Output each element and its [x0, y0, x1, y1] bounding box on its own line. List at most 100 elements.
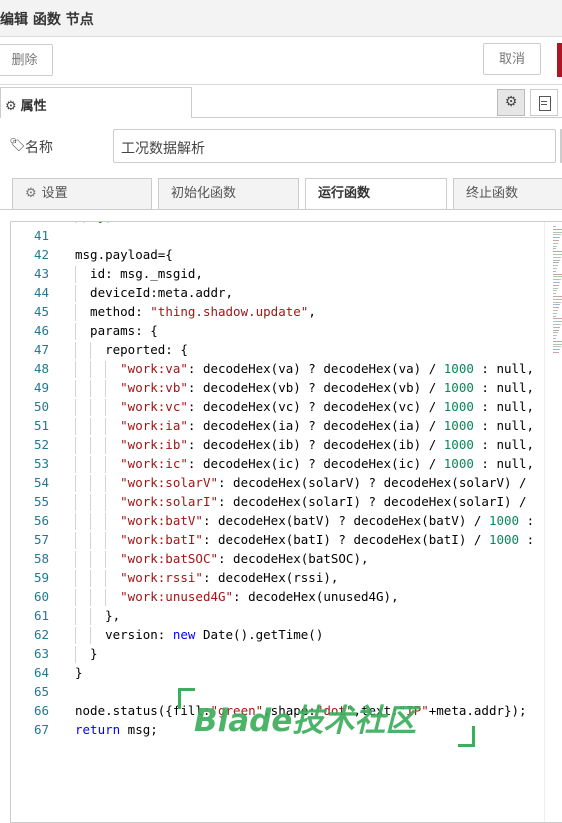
node-settings-gear-icon[interactable]: ⚙ — [497, 89, 525, 116]
line-code[interactable]: "work:vb": decodeHex(vb) ? decodeHex(vb)… — [75, 378, 534, 397]
code-line[interactable]: 52 "work:ib": decodeHex(ib) ? decodeHex(… — [11, 435, 546, 454]
line-number: 58 — [33, 551, 49, 566]
line-code[interactable]: }, — [75, 606, 120, 625]
line-code[interactable]: msg.payload={ — [75, 245, 173, 264]
line-code[interactable]: "work:batI": decodeHex(batI) ? decodeHex… — [75, 530, 534, 549]
line-number: 61 — [33, 608, 49, 623]
minimap-line — [553, 304, 560, 306]
line-code[interactable]: return msg; — [75, 720, 158, 739]
tab-divider — [192, 117, 562, 118]
done-button[interactable] — [557, 43, 562, 77]
code-line[interactable]: 49 "work:vb": decodeHex(vb) ? decodeHex(… — [11, 378, 546, 397]
line-number: 65 — [33, 684, 49, 699]
code-line[interactable]: 53 "work:ic": decodeHex(ic) ? decodeHex(… — [11, 454, 546, 473]
code-line[interactable]: 50 "work:vc": decodeHex(vc) ? decodeHex(… — [11, 397, 546, 416]
code-line[interactable]: 44 deviceId:meta.addr, — [11, 283, 546, 302]
line-number: 41 — [33, 228, 49, 243]
gear-icon: ⚙ — [5, 99, 17, 114]
code-line[interactable]: 43 id: msg._msgid, — [11, 264, 546, 283]
line-number: 48 — [33, 361, 49, 376]
line-code[interactable]: "work:ib": decodeHex(ib) ? decodeHex(ib)… — [75, 435, 534, 454]
line-number: 44 — [33, 285, 49, 300]
minimap-line — [553, 282, 560, 283]
line-code[interactable]: version: new Date().getTime() — [75, 625, 323, 644]
code-line[interactable]: 55 "work:solarI": decodeHex(solarI) ? de… — [11, 492, 546, 511]
minimap-line — [553, 318, 562, 320]
line-code[interactable]: "work:ia": decodeHex(ia) ? decodeHex(ia)… — [75, 416, 534, 435]
delete-button[interactable]: 删除 — [0, 44, 53, 76]
line-code[interactable]: params: { — [75, 321, 158, 340]
minimap-line — [553, 321, 562, 323]
tab-setup[interactable]: ⚙ 设置 — [12, 178, 152, 209]
minimap-line — [553, 237, 560, 239]
minimap-line — [553, 287, 558, 289]
cancel-button[interactable]: 取消 — [483, 43, 541, 75]
line-code[interactable]: "work:solarV": decodeHex(solarV) ? decod… — [75, 473, 526, 492]
code-line[interactable]: 48 "work:va": decodeHex(va) ? decodeHex(… — [11, 359, 546, 378]
function-tabs-divider — [0, 209, 562, 210]
code-line[interactable]: 64} — [11, 663, 546, 682]
editor-minimap[interactable] — [549, 222, 562, 362]
node-description-document-icon[interactable] — [530, 89, 558, 116]
line-number: 49 — [33, 380, 49, 395]
code-line[interactable]: 61 }, — [11, 606, 546, 625]
code-line[interactable]: 59 "work:rssi": decodeHex(rssi), — [11, 568, 546, 587]
minimap-line — [553, 298, 562, 300]
line-number: 64 — [33, 665, 49, 680]
line-code[interactable]: reported: { — [75, 340, 188, 359]
minimap-line — [553, 343, 562, 345]
line-code[interactable]: "work:va": decodeHex(va) ? decodeHex(va)… — [75, 359, 534, 378]
line-number: 59 — [33, 570, 49, 585]
line-number: 62 — [33, 627, 49, 642]
line-code[interactable]: deviceId:meta.addr, — [75, 283, 233, 302]
line-code[interactable]: method: "thing.shadow.update", — [75, 302, 316, 321]
line-code[interactable]: "work:solarI": decodeHex(solarI) ? decod… — [75, 492, 526, 511]
minimap-line — [553, 346, 561, 348]
code-line[interactable]: 54 "work:solarV": decodeHex(solarV) ? de… — [11, 473, 546, 492]
code-line[interactable]: 56 "work:batV": decodeHex(batV) ? decode… — [11, 511, 546, 530]
tag-icon: 🏷 — [9, 138, 26, 153]
editor-scrollbar[interactable] — [544, 222, 545, 822]
tab-on-start[interactable]: 初始化函数 — [158, 178, 299, 209]
line-code[interactable]: "work:batV": decodeHex(batV) ? decodeHex… — [75, 511, 534, 530]
line-number: 47 — [33, 342, 49, 357]
minimap-line — [553, 315, 556, 317]
line-code[interactable]: } — [75, 644, 98, 663]
tab-on-message[interactable]: 运行函数 — [305, 178, 447, 210]
minimap-line — [553, 326, 560, 328]
code-line[interactable]: 47 reported: { — [11, 340, 546, 359]
watermark-text: Blade技术社区 — [194, 703, 417, 739]
tab-on-stop[interactable]: 终止函数 — [453, 178, 562, 209]
code-line[interactable]: 57 "work:batI": decodeHex(batI) ? decode… — [11, 530, 546, 549]
code-line[interactable]: 58 "work:batSOC": decodeHex(batSOC), — [11, 549, 546, 568]
name-input[interactable]: 工况数据解析 — [113, 129, 556, 163]
line-number: 42 — [33, 247, 49, 262]
minimap-line — [553, 293, 556, 295]
line-code[interactable]: id: msg._msgid, — [75, 264, 203, 283]
tab-properties[interactable]: ⚙ 属性 — [0, 87, 192, 118]
tab-properties-label: 属性 — [20, 99, 47, 114]
code-line[interactable]: 46 params: { — [11, 321, 546, 340]
line-number: 53 — [33, 456, 49, 471]
minimap-line — [553, 290, 557, 292]
header-divider — [0, 84, 562, 85]
code-line[interactable]: 63 } — [11, 644, 546, 663]
line-code[interactable]: "work:vc": decodeHex(vc) ? decodeHex(vc)… — [75, 397, 534, 416]
code-line[interactable]: 51 "work:ia": decodeHex(ia) ? decodeHex(… — [11, 416, 546, 435]
line-code[interactable]: } — [75, 663, 83, 682]
line-code[interactable]: "work:ic": decodeHex(ic) ? decodeHex(ic)… — [75, 454, 534, 473]
watermark-bracket — [458, 726, 475, 747]
watermark: Blade技术社区 — [178, 688, 478, 748]
line-code[interactable]: "work:batSOC": decodeHex(batSOC), — [75, 549, 368, 568]
minimap-line — [553, 296, 562, 297]
code-line[interactable]: 62 version: new Date().getTime() — [11, 625, 546, 644]
code-lines[interactable]: 40// },4142msg.payload={43 id: msg._msgi… — [11, 222, 546, 739]
line-code[interactable]: "work:unused4G": decodeHex(unused4G), — [75, 587, 398, 606]
line-code[interactable]: "work:rssi": decodeHex(rssi), — [75, 568, 338, 587]
code-line[interactable]: 41 — [11, 226, 546, 245]
code-line[interactable]: 42 msg.payload={ — [11, 245, 546, 264]
code-line[interactable]: 60 "work:unused4G": decodeHex(unused4G), — [11, 587, 546, 606]
code-line[interactable]: 45 method: "thing.shadow.update", — [11, 302, 546, 321]
minimap-line — [553, 284, 559, 286]
minimap-line — [553, 242, 558, 244]
